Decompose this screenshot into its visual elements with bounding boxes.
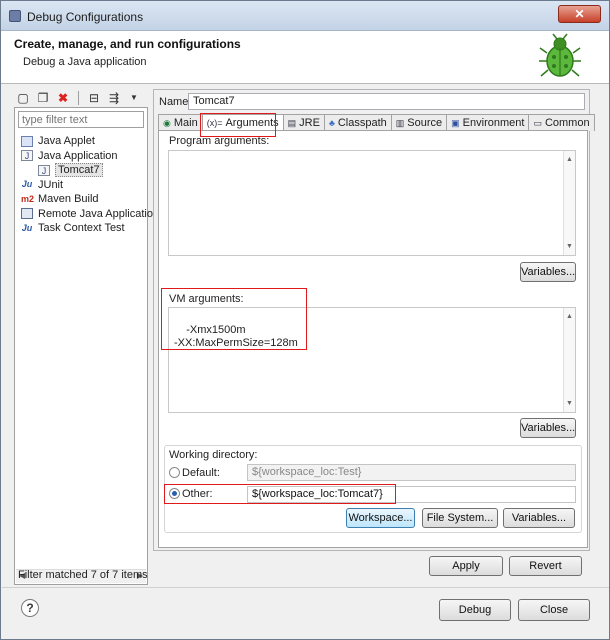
tree-item-junit[interactable]: Ju JUnit <box>21 178 159 193</box>
window-title: Debug Configurations <box>27 10 144 24</box>
environment-tab-icon: ▣ <box>451 117 460 128</box>
java-application-icon: J <box>38 164 50 176</box>
workspace-button[interactable]: Workspace... <box>346 508 415 528</box>
tree-item-label: Maven Build <box>38 193 99 206</box>
tab-classpath[interactable]: ♣ Classpath <box>323 114 392 131</box>
vm-args-scrollbar[interactable]: ▲ ▼ <box>563 308 575 412</box>
launch-config-tree-pane: Java Applet J Java Application J Tomcat7… <box>14 107 159 585</box>
collapse-all-icon[interactable]: ⊟ <box>86 90 102 106</box>
filter-input[interactable] <box>18 111 144 128</box>
footer-divider <box>2 587 609 588</box>
tab-label: JRE <box>299 117 320 129</box>
scroll-down-icon[interactable]: ▼ <box>566 240 573 253</box>
junit-icon: Ju <box>21 179 33 190</box>
program-args-scrollbar[interactable]: ▲ ▼ <box>563 151 575 255</box>
banner-title: Create, manage, and run configurations <box>14 37 241 51</box>
scroll-down-icon[interactable]: ▼ <box>566 397 573 410</box>
java-application-icon: J <box>21 150 33 162</box>
maven-icon: m2 <box>21 193 35 204</box>
vm-variables-button[interactable]: Variables... <box>520 418 576 438</box>
tree-item-label: Tomcat7 <box>55 163 103 178</box>
tree-item-java-application[interactable]: J Java Application <box>21 149 159 164</box>
tree-item-label: Task Context Test <box>38 222 125 235</box>
window-close-button[interactable]: ✕ <box>558 5 601 23</box>
tree-item-maven-build[interactable]: m2 Maven Build <box>21 192 159 207</box>
header-banner: Create, manage, and run configurations D… <box>1 31 609 84</box>
tab-jre[interactable]: ▤ JRE <box>282 114 325 131</box>
main-tab-icon: ◉ <box>163 117 171 128</box>
title-bar[interactable]: Debug Configurations ✕ <box>1 1 609 31</box>
dropdown-icon[interactable]: ▼ <box>126 90 142 106</box>
classpath-tab-icon: ♣ <box>328 118 335 128</box>
filter-status-text: Filter matched 7 of 7 items <box>18 569 148 581</box>
debug-button[interactable]: Debug <box>439 599 511 621</box>
banner-subtitle: Debug a Java application <box>23 56 147 68</box>
default-directory-field: ${workspace_loc:Test} <box>247 464 576 481</box>
remote-java-icon <box>21 208 33 220</box>
toolbar-separator <box>78 91 79 105</box>
working-dir-variables-button[interactable]: Variables... <box>503 508 575 528</box>
tree-item-label: JUnit <box>38 178 64 191</box>
revert-button[interactable]: Revert <box>509 556 582 576</box>
close-button[interactable]: Close <box>518 599 590 621</box>
default-radio[interactable] <box>169 467 180 478</box>
tree-item-task-context-test[interactable]: Ju Task Context Test <box>21 221 159 236</box>
tab-source[interactable]: ▥ Source <box>390 114 448 131</box>
working-directory-label: Working directory: <box>169 449 258 461</box>
config-name-input[interactable]: Tomcat7 <box>188 93 585 110</box>
filter-icon[interactable]: ⇶ <box>106 90 122 106</box>
launch-config-toolbar: ▢ ❐ ✖ ⊟ ⇶ ▼ <box>15 90 142 106</box>
debug-configurations-window: Debug Configurations ✕ Create, manage, a… <box>0 0 610 640</box>
tree-item-label: Java Applet <box>38 135 95 148</box>
help-icon[interactable]: ? <box>21 599 39 617</box>
tab-common[interactable]: ▭ Common <box>528 114 595 131</box>
launch-config-tree: Java Applet J Java Application J Tomcat7… <box>21 134 159 236</box>
scroll-up-icon[interactable]: ▲ <box>566 310 573 323</box>
tab-label: Common <box>544 117 590 129</box>
tree-item-label: Remote Java Application <box>38 207 160 220</box>
program-variables-button[interactable]: Variables... <box>520 262 576 282</box>
annotation-box-arguments-tab <box>200 113 276 137</box>
task-context-test-icon: Ju <box>21 222 33 233</box>
tree-item-remote-java-application[interactable]: Remote Java Application <box>21 207 159 222</box>
tree-item-java-applet[interactable]: Java Applet <box>21 134 159 149</box>
tab-label: Classpath <box>337 117 387 129</box>
new-launch-config-icon[interactable]: ▢ <box>15 90 31 106</box>
duplicate-icon[interactable]: ❐ <box>35 90 51 106</box>
source-tab-icon: ▥ <box>395 117 405 128</box>
tab-label: Main <box>173 117 198 129</box>
tab-environment[interactable]: ▣ Environment <box>446 114 530 131</box>
tab-label: Source <box>407 117 443 129</box>
tree-item-tomcat7[interactable]: J Tomcat7 <box>21 163 159 178</box>
tree-item-label: Java Application <box>38 149 118 162</box>
annotation-box-other-directory <box>164 484 396 504</box>
tab-label: Environment <box>462 117 525 129</box>
scroll-up-icon[interactable]: ▲ <box>566 153 573 166</box>
debug-bug-icon <box>539 33 581 77</box>
common-tab-icon: ▭ <box>533 117 542 128</box>
apply-button[interactable]: Apply <box>429 556 503 576</box>
tab-main[interactable]: ◉ Main <box>158 114 203 131</box>
annotation-box-vm-arguments <box>161 288 307 350</box>
delete-icon[interactable]: ✖ <box>55 90 71 106</box>
file-system-button[interactable]: File System... <box>422 508 498 528</box>
eclipse-window-icon <box>9 10 21 22</box>
name-label: Name: <box>159 96 192 108</box>
default-label: Default: <box>182 467 220 479</box>
java-applet-icon <box>21 135 33 147</box>
program-arguments-textarea[interactable]: ▲ ▼ <box>168 150 576 256</box>
jre-tab-icon: ▤ <box>287 117 297 128</box>
